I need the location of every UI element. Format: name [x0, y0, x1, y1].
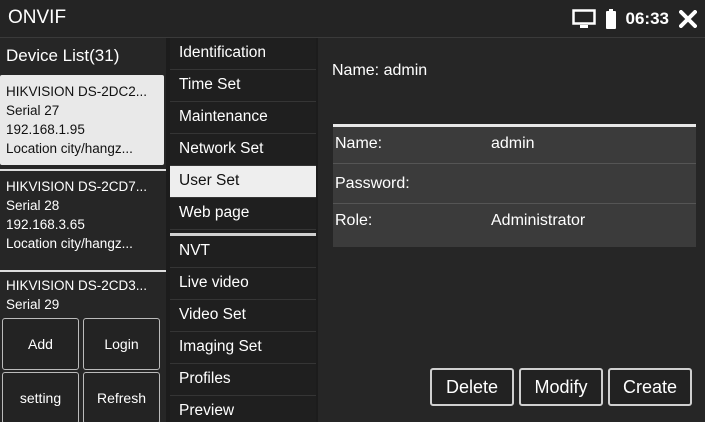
name-value: admin [491, 135, 535, 152]
menu-item-preview[interactable]: Preview [170, 396, 316, 422]
menu-item-maintenance[interactable]: Maintenance [170, 102, 316, 134]
device-name: HIKVISION DS-2CD7... [6, 179, 148, 194]
device-location: Location city/hangz... [6, 141, 133, 156]
clock: 06:33 [625, 9, 669, 28]
device-serial: Serial 29 [6, 297, 60, 312]
menu-item-profiles[interactable]: Profiles [170, 364, 316, 396]
device-item[interactable]: HIKVISION DS-2CD7... Serial 28 192.168.3… [0, 177, 164, 267]
device-location: Location city/hangz... [6, 236, 133, 251]
menu-item-nvt[interactable]: NVT [170, 236, 316, 268]
device-ip: 192.168.1.95 [6, 122, 85, 137]
name-label: Name: [335, 135, 383, 152]
device-divider [0, 270, 166, 272]
user-table: Name: admin Password: Role: Administrato… [333, 124, 696, 247]
menu-item-video-set[interactable]: Video Set [170, 300, 316, 332]
table-row[interactable]: Name: admin [333, 127, 696, 161]
device-name: HIKVISION DS-2DC2... [6, 84, 148, 99]
device-item[interactable]: HIKVISION DS-2CD3... Serial 29 [0, 276, 164, 318]
device-list-panel: Device List(31) HIKVISION DS-2DC2... Ser… [0, 38, 166, 422]
menu-item-user-set[interactable]: User Set [170, 166, 316, 198]
setting-button[interactable]: setting [2, 372, 79, 422]
delete-button[interactable]: Delete [430, 368, 514, 406]
modify-button[interactable]: Modify [519, 368, 603, 406]
menu-item-identification[interactable]: Identification [170, 38, 316, 70]
device-actions: Add Login setting Refresh [2, 318, 162, 422]
title-bar: ONVIF 06:33 [0, 0, 705, 38]
current-user-name: Name: admin [332, 62, 428, 79]
menu-item-time-set[interactable]: Time Set [170, 70, 316, 102]
role-label: Role: [335, 212, 373, 229]
device-serial: Serial 27 [6, 103, 60, 118]
menu-item-network-set[interactable]: Network Set [170, 134, 316, 166]
device-name: HIKVISION DS-2CD3... [6, 278, 148, 293]
refresh-button[interactable]: Refresh [83, 372, 160, 422]
row-divider [333, 163, 696, 164]
device-ip: 192.168.3.65 [6, 217, 85, 232]
device-divider [0, 169, 166, 171]
battery-icon [605, 9, 616, 29]
password-label: Password: [335, 175, 410, 192]
menu-item-web-page[interactable]: Web page [170, 198, 316, 230]
table-row[interactable]: Role: Administrator [333, 204, 696, 238]
user-set-panel: Name: admin Name: admin Password: Role: … [318, 38, 705, 422]
create-button[interactable]: Create [608, 368, 692, 406]
role-value: Administrator [491, 212, 586, 229]
settings-menu: Identification Time Set Maintenance Netw… [170, 38, 316, 422]
device-serial: Serial 28 [6, 198, 60, 213]
menu-item-live-video[interactable]: Live video [170, 268, 316, 300]
device-item[interactable]: HIKVISION DS-2DC2... Serial 27 192.168.1… [0, 75, 164, 165]
menu-item-imaging-set[interactable]: Imaging Set [170, 332, 316, 364]
close-icon[interactable] [679, 10, 697, 28]
app-title: ONVIF [8, 7, 67, 28]
table-row[interactable]: Password: [333, 167, 696, 201]
monitor-icon[interactable] [571, 9, 596, 29]
add-button[interactable]: Add [2, 318, 79, 370]
device-list-header: Device List(31) [6, 46, 120, 65]
login-button[interactable]: Login [83, 318, 160, 370]
